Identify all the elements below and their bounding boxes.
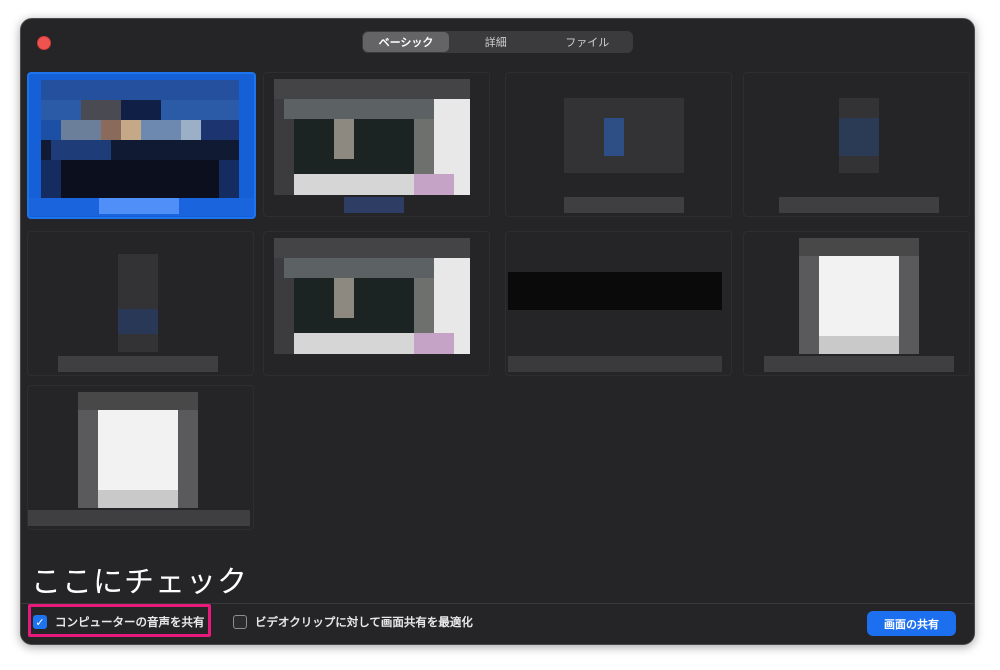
tab-advanced[interactable]: 詳細 xyxy=(450,31,542,53)
tab-bar: ベーシック 詳細 ファイル xyxy=(362,31,633,53)
share-screen-window: ベーシック 詳細 ファイル ここにチェック ✓ コンピューターの音声を共有 ビデ… xyxy=(20,18,975,645)
annotation-label: ここにチェック xyxy=(31,565,248,600)
tab-files[interactable]: ファイル xyxy=(542,31,634,53)
optimize-video-option[interactable]: ビデオクリップに対して画面共有を最適化 xyxy=(233,614,473,630)
checkmark-icon: ✓ xyxy=(35,615,45,629)
thumbnail-window-8[interactable] xyxy=(743,231,970,376)
share-sound-option[interactable]: ✓ コンピューターの音声を共有 xyxy=(33,614,205,630)
thumbnail-window-2[interactable] xyxy=(263,72,490,217)
thumbnail-window-3[interactable] xyxy=(505,72,732,217)
optimize-video-checkbox[interactable] xyxy=(233,615,247,629)
optimize-video-label: ビデオクリップに対して画面共有を最適化 xyxy=(255,615,473,629)
thumbnail-window-9[interactable] xyxy=(27,385,254,530)
thumbnail-window-5[interactable] xyxy=(27,231,254,376)
thumbnail-window-6[interactable] xyxy=(263,231,490,376)
thumbnail-desktop[interactable] xyxy=(27,72,256,219)
tab-basic[interactable]: ベーシック xyxy=(363,32,449,52)
share-sound-label: コンピューターの音声を共有 xyxy=(55,615,205,629)
thumbnail-window-7[interactable] xyxy=(505,231,732,376)
share-screen-button[interactable]: 画面の共有 xyxy=(867,611,956,636)
thumbnail-window-4[interactable] xyxy=(743,72,970,217)
close-window-button[interactable] xyxy=(37,36,51,50)
share-sound-checkbox[interactable]: ✓ xyxy=(33,615,47,629)
